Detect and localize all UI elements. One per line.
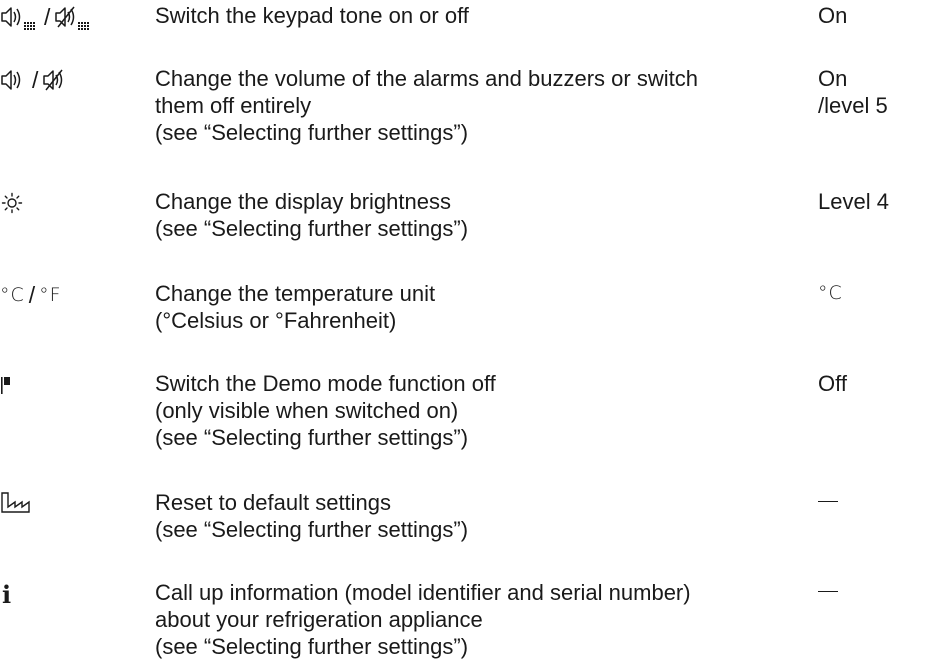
setting-description: Change the volume of the alarms and buzz… [155,65,815,146]
keypad-tone-symbol: / [0,2,94,32]
factory-reset-symbol [0,489,32,519]
brightness-symbol [0,188,24,218]
default-value-line: °C [818,282,843,304]
description-line: (°Celsius or °Fahrenheit) [155,308,397,333]
description-line: (see “Selecting further settings”) [155,634,469,659]
setting-default-value: On [818,2,847,29]
description-line: Call up information (model identifier an… [155,580,691,605]
keypad-tone-off-icon [55,6,90,30]
default-value-line: Off [818,371,847,396]
demo-mode-icon [1,377,10,394]
temperature-unit-symbol: °C / °F [0,280,62,310]
information-symbol: i [0,579,11,609]
celsius-symbol: °C [0,284,25,306]
volume-off-icon [43,69,63,91]
no-default-dash [818,501,838,502]
setting-default-value: °C [818,280,843,307]
keypad-tone-on-icon [1,7,35,30]
setting-description: Change the display brightness (see “Sele… [155,188,815,242]
setting-default-value: Level 4 [818,188,889,215]
symbol-separator: / [32,66,39,93]
demo-mode-symbol [0,370,14,400]
setting-default-value [818,579,838,592]
default-value-line: On [818,3,848,28]
description-line: Reset to default settings [155,490,392,515]
setting-description: Switch the keypad tone on or off [155,2,815,29]
setting-default-value: On /level 5 [818,65,888,119]
default-value-line: /level 5 [818,93,888,118]
description-line: (see “Selecting further settings”) [155,120,469,145]
description-line: (only visible when switched on) [155,398,459,423]
description-line: (see “Selecting further settings”) [155,216,469,241]
fahrenheit-symbol: °F [39,284,62,306]
factory-reset-icon [1,492,30,513]
description-line: (see “Selecting further settings”) [155,517,469,542]
description-line: (see “Selecting further settings”) [155,425,469,450]
symbol-separator: / [44,3,51,30]
setting-description: Call up information (model identifier an… [155,579,815,660]
description-line: about your refrigeration appliance [155,607,483,632]
setting-description: Switch the Demo mode function off (only … [155,370,815,451]
no-default-dash [818,591,838,592]
default-value-line: On [818,66,848,91]
setting-description: Change the temperature unit (°Celsius or… [155,280,815,334]
volume-symbol: / [0,65,70,95]
setting-description: Reset to default settings (see “Selectin… [155,489,815,543]
setting-default-value [818,489,838,502]
symbol-separator: / [28,281,36,308]
description-line: Change the volume of the alarms and buzz… [155,66,698,91]
setting-default-value: Off [818,370,847,397]
default-value-line: Level 4 [818,189,889,214]
description-line: Change the display brightness [155,189,451,214]
volume-on-icon [1,70,21,90]
description-line: Switch the Demo mode function off [155,371,496,396]
description-line: them off entirely [155,93,312,118]
brightness-icon [1,192,23,214]
description-line: Change the temperature unit [155,281,436,306]
info-icon: i [2,579,12,609]
description-line: Switch the keypad tone on or off [155,3,469,28]
